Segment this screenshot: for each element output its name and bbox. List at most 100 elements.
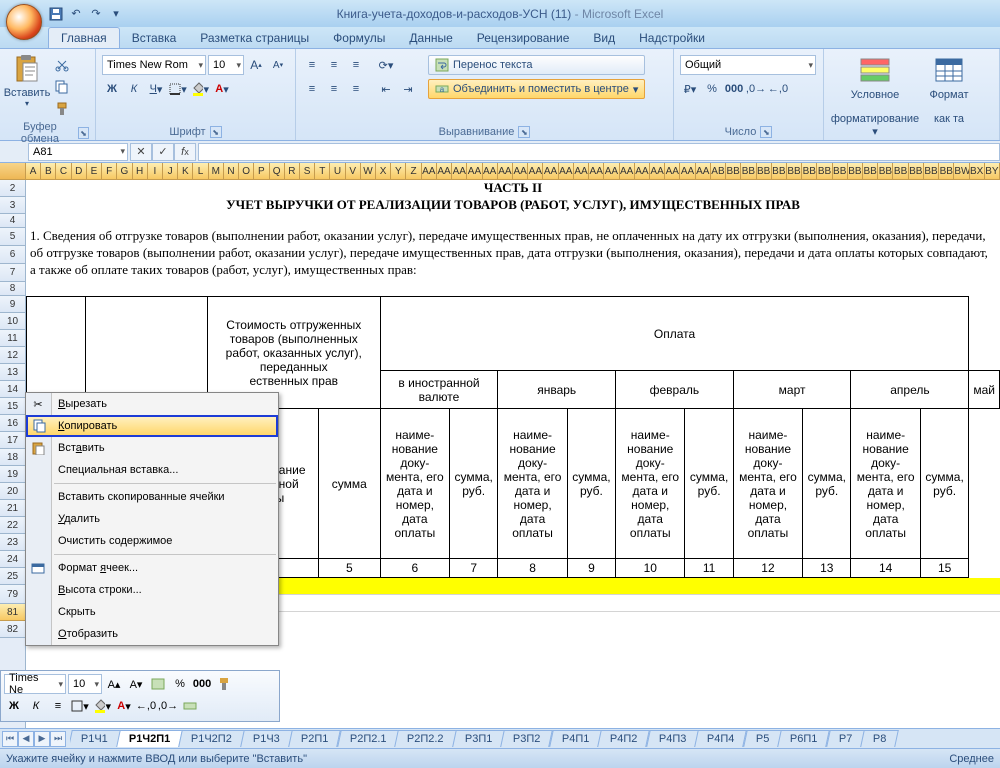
mini-dec-decimal[interactable]: ←,0 — [136, 696, 156, 716]
col-header[interactable]: BB — [863, 163, 878, 179]
mini-grow-font[interactable]: A▴ — [104, 674, 124, 694]
col-header[interactable]: I — [148, 163, 163, 179]
row-header-10[interactable]: 10 — [0, 313, 25, 330]
ctx-paste-special[interactable]: Специальная вставка... — [26, 459, 278, 481]
mini-align-center[interactable]: ≡ — [48, 696, 68, 716]
col-header[interactable]: G — [117, 163, 132, 179]
sheet-tab-Р4П4[interactable]: Р4П4 — [694, 730, 747, 747]
sheet-tab-Р2П1[interactable]: Р2П1 — [288, 730, 341, 747]
merge-center-button[interactable]: aОбъединить и поместить в центре▾ — [428, 79, 645, 99]
format-as-table-button[interactable]: Форматкак та — [924, 53, 974, 127]
cancel-formula-button[interactable]: ✕ — [130, 143, 152, 161]
col-header[interactable]: BB — [833, 163, 848, 179]
grow-font-button[interactable]: A▴ — [246, 55, 266, 75]
accounting-format-button[interactable]: ₽▾ — [680, 79, 700, 99]
row-header-12[interactable]: 12 — [0, 347, 25, 364]
col-header[interactable]: AA — [422, 163, 437, 179]
col-header[interactable]: D — [72, 163, 87, 179]
col-header[interactable]: AA — [528, 163, 543, 179]
middle-align-button[interactable]: ≡ — [324, 55, 344, 75]
ctx-delete[interactable]: Удалить — [26, 508, 278, 530]
row-header-13[interactable]: 13 — [0, 364, 25, 381]
sheet-tab-Р7[interactable]: Р7 — [826, 730, 865, 747]
mini-percent[interactable]: % — [170, 674, 190, 694]
col-header[interactable]: X — [376, 163, 391, 179]
col-header[interactable]: BB — [924, 163, 939, 179]
dec-decimal-button[interactable]: ←,0 — [768, 79, 788, 99]
row-header-7[interactable]: 7 — [0, 264, 25, 282]
row-header-81[interactable]: 81 — [0, 604, 25, 621]
sheet-tab-Р8[interactable]: Р8 — [860, 730, 899, 747]
col-header[interactable]: BB — [802, 163, 817, 179]
row-header-11[interactable]: 11 — [0, 330, 25, 347]
row-header-19[interactable]: 19 — [0, 466, 25, 483]
col-header[interactable]: T — [315, 163, 330, 179]
col-header[interactable]: BX — [970, 163, 985, 179]
sheet-tab-Р4П2[interactable]: Р4П2 — [598, 730, 651, 747]
ctx-hide[interactable]: Скрыть — [26, 601, 278, 623]
ctx-cut[interactable]: ✂Вырезать — [26, 393, 278, 415]
col-header[interactable]: AA — [665, 163, 680, 179]
wrap-text-button[interactable]: Перенос текста — [428, 55, 645, 75]
col-header[interactable]: H — [133, 163, 148, 179]
col-header[interactable]: S — [300, 163, 315, 179]
col-header[interactable]: AA — [543, 163, 558, 179]
col-header[interactable]: BB — [726, 163, 741, 179]
mini-bold[interactable]: Ж — [4, 696, 24, 716]
mini-font-color[interactable]: A▾ — [114, 696, 134, 716]
name-box[interactable]: A81 — [28, 143, 128, 161]
bold-button[interactable]: Ж — [102, 79, 122, 99]
formula-input[interactable] — [198, 143, 1000, 161]
sheet-tab-Р6П1[interactable]: Р6П1 — [777, 730, 830, 747]
center-align-button[interactable]: ≡ — [324, 79, 344, 99]
col-header[interactable]: BB — [787, 163, 802, 179]
inc-decimal-button[interactable]: ,0→ — [746, 79, 766, 99]
ctx-clear[interactable]: Очистить содержимое — [26, 530, 278, 552]
col-header[interactable]: AA — [498, 163, 513, 179]
col-header[interactable]: A — [26, 163, 41, 179]
row-header-15[interactable]: 15 — [0, 398, 25, 415]
col-header[interactable]: BY — [985, 163, 1000, 179]
col-header[interactable]: AA — [680, 163, 695, 179]
col-header[interactable]: BB — [757, 163, 772, 179]
col-header[interactable]: AA — [635, 163, 650, 179]
sheet-tab-Р3П2[interactable]: Р3П2 — [501, 730, 554, 747]
ctx-format-cells[interactable]: Формат ячеек... — [26, 557, 278, 579]
font-name-combo[interactable]: Times New Rom — [102, 55, 206, 75]
ribbon-tab-5[interactable]: Рецензирование — [465, 28, 582, 48]
underline-button[interactable]: Ч▾ — [146, 79, 166, 99]
number-dialog-launcher[interactable]: ⬊ — [760, 126, 772, 138]
col-header[interactable]: AA — [437, 163, 452, 179]
qat-redo-icon[interactable]: ↷ — [88, 6, 104, 22]
mini-font-combo[interactable]: Times Ne — [4, 674, 66, 694]
col-header[interactable]: AA — [452, 163, 467, 179]
col-header[interactable]: BB — [741, 163, 756, 179]
col-header[interactable]: J — [163, 163, 178, 179]
sheet-tab-Р1Ч2П2[interactable]: Р1Ч2П2 — [178, 730, 245, 747]
ribbon-tab-7[interactable]: Надстройки — [627, 28, 717, 48]
sheet-tab-Р1Ч2П1[interactable]: Р1Ч2П1 — [116, 730, 183, 747]
col-header[interactable]: L — [193, 163, 208, 179]
col-header[interactable]: Y — [391, 163, 406, 179]
sheet-tab-Р1Ч3[interactable]: Р1Ч3 — [240, 730, 293, 747]
italic-button[interactable]: К — [124, 79, 144, 99]
ribbon-tab-0[interactable]: Главная — [48, 27, 120, 48]
row-header-82[interactable]: 82 — [0, 621, 25, 638]
paste-button[interactable]: Вставить ▾ — [6, 51, 48, 110]
row-header-79[interactable]: 79 — [0, 585, 25, 604]
tab-next[interactable]: ▶ — [34, 731, 50, 747]
orientation-button[interactable]: ⟳▾ — [376, 55, 396, 75]
mini-size-combo[interactable]: 10 — [68, 674, 102, 694]
col-header[interactable]: C — [56, 163, 71, 179]
col-header[interactable]: BB — [878, 163, 893, 179]
col-header[interactable]: U — [330, 163, 345, 179]
ribbon-tab-2[interactable]: Разметка страницы — [188, 28, 321, 48]
tab-first[interactable]: ⏮ — [2, 731, 18, 747]
row-header-6[interactable]: 6 — [0, 246, 25, 264]
sheet-tab-Р2П2.2[interactable]: Р2П2.2 — [394, 730, 456, 747]
mini-inc-decimal[interactable]: ,0→ — [158, 696, 178, 716]
sheet-tab-Р4П1[interactable]: Р4П1 — [549, 730, 602, 747]
tab-prev[interactable]: ◀ — [18, 731, 34, 747]
col-header[interactable]: BB — [772, 163, 787, 179]
row-header-5[interactable]: 5 — [0, 228, 25, 246]
